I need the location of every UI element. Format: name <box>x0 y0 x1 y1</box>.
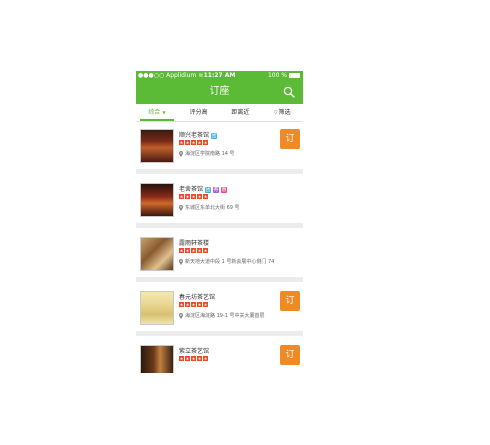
card-divider <box>136 223 303 228</box>
star-icon: ★ <box>203 248 208 253</box>
restaurant-photo-image <box>141 184 173 216</box>
star-icon: ★ <box>185 140 190 145</box>
filter-bar: 综合 ▼ 评分高 距离近 ▽筛选 <box>136 104 303 122</box>
filter-tab-label: 评分高 <box>189 109 208 116</box>
rating-stars: ★ ★ ★ ★ ★ <box>179 356 208 361</box>
restaurant-card[interactable]: 老舍茶馆团券惠 ★ ★ ★ ★ ★ 东城区东单北大街 69 号 <box>136 177 303 223</box>
search-icon[interactable] <box>283 86 295 98</box>
restaurant-photo <box>140 183 174 217</box>
location-pin-icon <box>179 258 183 265</box>
battery-icon <box>289 73 300 78</box>
restaurant-address: 海淀区海淀路 19-1 号中关大厦首层 <box>179 312 265 319</box>
location-pin-icon <box>179 312 183 319</box>
pink-badge-icon: 惠 <box>221 186 228 193</box>
status-bar: ●●●○○ Applidium ≋ 11:27 AM 100 % <box>136 71 303 80</box>
restaurant-name: 紫立茶艺馆 <box>179 346 209 355</box>
rating-stars: ★ ★ ★ ★ ★ <box>179 140 208 145</box>
restaurant-name-text: 老舍茶馆 <box>179 186 204 193</box>
star-icon: ★ <box>185 248 190 253</box>
active-tab-indicator <box>140 119 174 121</box>
battery-label: 100 % <box>267 72 287 79</box>
restaurant-photo <box>140 237 174 271</box>
restaurant-name-text: 顺兴老茶馆 <box>179 132 210 139</box>
star-icon: ★ <box>191 140 196 145</box>
star-icon: ★ <box>185 302 190 307</box>
restaurant-name-text: 露雨轩茶楼 <box>179 240 210 247</box>
star-icon: ★ <box>185 356 190 361</box>
star-icon: ★ <box>179 140 184 145</box>
star-icon: ★ <box>197 356 202 361</box>
restaurant-name: 露雨轩茶楼 <box>179 238 209 247</box>
location-pin-icon <box>179 150 183 157</box>
blue-badge-icon: 团 <box>205 186 212 193</box>
nav-bar: 订座 <box>136 80 303 104</box>
restaurant-card[interactable]: 露雨轩茶楼 ★ ★ ★ ★ ★ 新天地大道中段 1 号新会展中心侧门 74 <box>136 231 303 277</box>
restaurant-card[interactable]: 春元坊茶艺馆 ★ ★ ★ ★ ★ 海淀区海淀路 19-1 号中关大厦首层订 <box>136 285 303 331</box>
filter-tab-label: 综合 <box>148 109 161 116</box>
restaurant-photo <box>140 345 174 373</box>
restaurant-name-text: 春元坊茶艺馆 <box>179 294 216 301</box>
card-divider <box>136 331 303 336</box>
star-icon: ★ <box>191 356 196 361</box>
phone-screen: ●●●○○ Applidium ≋ 11:27 AM 100 % 订座 综合 ▼… <box>136 71 303 373</box>
filter-tab-2[interactable]: 距离近 <box>220 104 262 121</box>
star-icon: ★ <box>197 302 202 307</box>
star-icon: ★ <box>191 194 196 199</box>
restaurant-card[interactable]: 顺兴老茶馆团 ★ ★ ★ ★ ★ 海淀区学院南路 14 号订 <box>136 123 303 169</box>
restaurant-photo <box>140 291 174 325</box>
restaurant-address-text: 东城区东单北大街 69 号 <box>185 205 240 211</box>
star-icon: ★ <box>203 356 208 361</box>
rating-stars: ★ ★ ★ ★ ★ <box>179 302 208 307</box>
star-icon: ★ <box>197 248 202 253</box>
restaurant-address: 新天地大道中段 1 号新会展中心侧门 74 <box>179 258 274 265</box>
filter-tab-1[interactable]: 评分高 <box>178 104 220 121</box>
star-icon: ★ <box>179 194 184 199</box>
restaurant-name: 老舍茶馆团券惠 <box>179 184 228 193</box>
restaurant-address-text: 海淀区海淀路 19-1 号中关大厦首层 <box>185 313 265 319</box>
card-divider <box>136 169 303 174</box>
restaurant-address-text: 新天地大道中段 1 号新会展中心侧门 74 <box>185 259 275 265</box>
restaurant-address: 海淀区学院南路 14 号 <box>179 150 235 157</box>
star-icon: ★ <box>191 248 196 253</box>
star-icon: ★ <box>179 302 184 307</box>
blue-badge-icon: 团 <box>211 132 218 139</box>
location-pin-icon <box>179 204 183 211</box>
restaurant-name: 顺兴老茶馆团 <box>179 130 218 139</box>
rating-stars: ★ ★ ★ ★ ★ <box>179 248 208 253</box>
star-icon: ★ <box>197 140 202 145</box>
book-button[interactable]: 订 <box>280 345 300 365</box>
restaurant-name-text: 紫立茶艺馆 <box>179 348 210 355</box>
book-button[interactable]: 订 <box>280 129 300 149</box>
filter-icon: ▽ <box>273 110 278 116</box>
filter-tab-label: 筛选 <box>278 109 291 116</box>
star-icon: ★ <box>185 194 190 199</box>
star-icon: ★ <box>179 356 184 361</box>
battery-fill <box>290 74 299 77</box>
filter-tab-0[interactable]: 综合 ▼ <box>136 104 178 121</box>
restaurant-photo-image <box>141 130 173 162</box>
star-icon: ★ <box>203 140 208 145</box>
restaurant-name: 春元坊茶艺馆 <box>179 292 215 301</box>
star-icon: ★ <box>203 194 208 199</box>
restaurant-photo-image <box>141 292 173 324</box>
card-divider <box>136 277 303 282</box>
star-icon: ★ <box>197 194 202 199</box>
star-icon: ★ <box>203 302 208 307</box>
restaurant-photo-image <box>141 238 173 270</box>
battery-area: 100 % <box>268 71 300 80</box>
star-icon: ★ <box>179 248 184 253</box>
purple-badge-icon: 券 <box>213 186 220 193</box>
filter-tab-3[interactable]: ▽筛选 <box>261 104 303 121</box>
restaurant-photo <box>140 129 174 163</box>
page-title: 订座 <box>209 86 230 97</box>
star-icon: ★ <box>191 302 196 307</box>
restaurant-address: 东城区东单北大街 69 号 <box>179 204 240 211</box>
restaurant-address-text: 海淀区学院南路 14 号 <box>185 151 235 157</box>
book-button[interactable]: 订 <box>280 291 300 311</box>
chevron-down-icon: ▼ <box>161 110 166 115</box>
restaurant-card[interactable]: 紫立茶艺馆 ★ ★ ★ ★ ★ 订 <box>136 339 303 373</box>
rating-stars: ★ ★ ★ ★ ★ <box>179 194 208 199</box>
restaurant-photo-image <box>141 346 173 373</box>
filter-tab-label: 距离近 <box>231 109 250 116</box>
